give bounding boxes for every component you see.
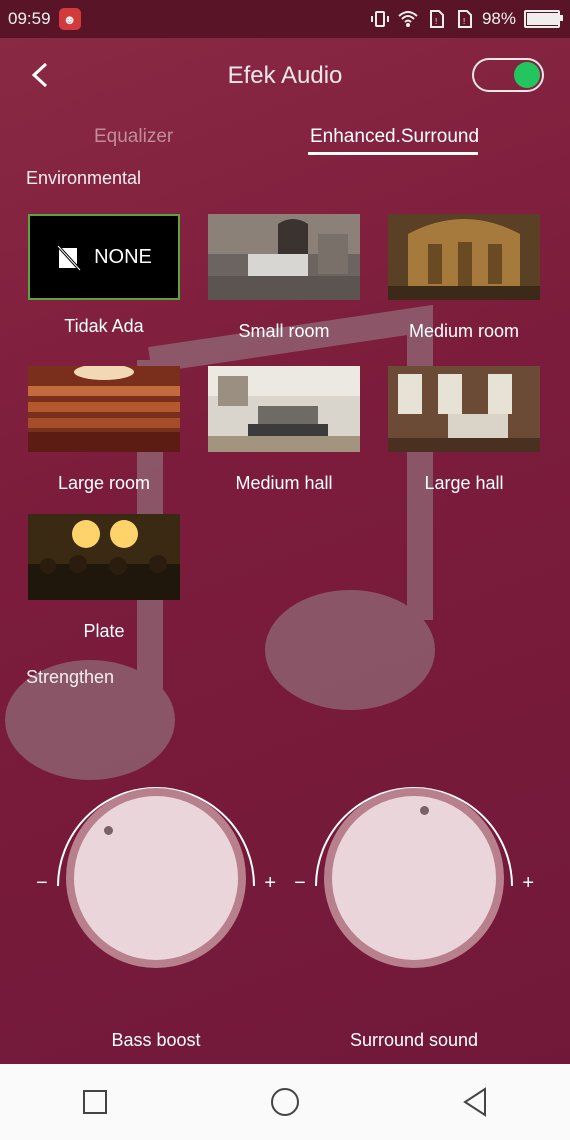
medium-hall-thumbnail	[208, 366, 360, 452]
preset-small-room[interactable]: Small room	[208, 214, 360, 342]
preset-label: Medium room	[408, 321, 520, 341]
recents-square-icon	[83, 1090, 107, 1114]
battery-icon	[524, 10, 563, 28]
battery-percent: 98%	[481, 9, 516, 28]
status-time: 09:59	[8, 9, 51, 28]
app-notification-icon: ☻	[58, 8, 81, 30]
preset-large-room[interactable]: Large room	[28, 364, 180, 494]
plate-thumbnail	[28, 514, 180, 600]
vibrate-icon	[370, 11, 389, 27]
none-thumbnail: NONE	[30, 216, 178, 298]
audio-effect-toggle[interactable]	[472, 58, 544, 92]
tab-enhanced-surround[interactable]: Enhanced.Surround	[310, 126, 479, 148]
preset-none[interactable]: NONE Tidak Ada	[28, 214, 180, 337]
tab-equalizer[interactable]: Equalizer	[94, 126, 173, 148]
small-room-thumbnail	[208, 214, 360, 300]
home-circle-icon	[271, 1088, 299, 1116]
toggle-knob	[514, 62, 540, 88]
back-triangle-icon	[463, 1087, 486, 1117]
preset-label: Large hall	[424, 473, 504, 493]
preset-label: Large room	[57, 473, 151, 493]
system-nav-bar	[0, 1064, 570, 1140]
preset-large-hall[interactable]: Large hall	[388, 366, 540, 494]
recents-button[interactable]	[79, 1086, 111, 1118]
app-toolbar: Efek Audio	[0, 46, 570, 106]
preset-plate[interactable]: Plate	[28, 514, 180, 642]
preset-label: Small room	[238, 321, 330, 341]
surround-plus-label: +	[522, 872, 534, 894]
none-thumbnail-text: NONE	[94, 245, 152, 268]
medium-room-thumbnail	[388, 214, 540, 300]
surround-sound-label: Surround sound	[349, 1030, 479, 1050]
strengthen-heading: Strengthen	[26, 667, 115, 687]
no-sound-icon	[56, 244, 82, 272]
home-button[interactable]	[269, 1086, 301, 1118]
wifi-icon	[398, 11, 418, 27]
surround-sound-knob[interactable]	[332, 796, 496, 960]
bass-boost-knob[interactable]	[74, 796, 238, 960]
svg-text:!: !	[463, 17, 465, 26]
bass-knob-indicator	[104, 826, 113, 835]
bass-plus-label: +	[264, 872, 276, 894]
surround-sound-control: − +	[294, 776, 534, 976]
preset-label: Medium hall	[235, 473, 333, 493]
preset-medium-hall[interactable]: Medium hall	[208, 366, 360, 494]
large-hall-thumbnail	[388, 366, 540, 452]
bass-minus-label: −	[36, 872, 48, 894]
svg-text:!: !	[435, 17, 437, 26]
back-button[interactable]	[459, 1086, 491, 1118]
large-room-thumbnail	[28, 364, 180, 452]
surround-minus-label: −	[294, 872, 306, 894]
active-tab-indicator	[308, 152, 478, 155]
preset-medium-room[interactable]: Medium room	[388, 214, 540, 342]
bass-boost-label: Bass boost	[111, 1030, 201, 1050]
preset-label: Tidak Ada	[64, 316, 144, 336]
surround-knob-indicator	[420, 806, 429, 815]
sim1-icon: !	[429, 10, 444, 28]
status-bar: 09:59 ☻ ! ! 98%	[0, 0, 570, 38]
preset-label: Plate	[83, 621, 125, 641]
tab-bar: Equalizer Enhanced.Surround	[0, 122, 570, 162]
battery-level-fill	[527, 13, 559, 25]
bass-boost-control: − +	[36, 776, 276, 976]
environmental-heading: Environmental	[26, 168, 142, 188]
preset-thumbnail: NONE	[28, 214, 180, 300]
sim2-icon: !	[457, 10, 472, 28]
